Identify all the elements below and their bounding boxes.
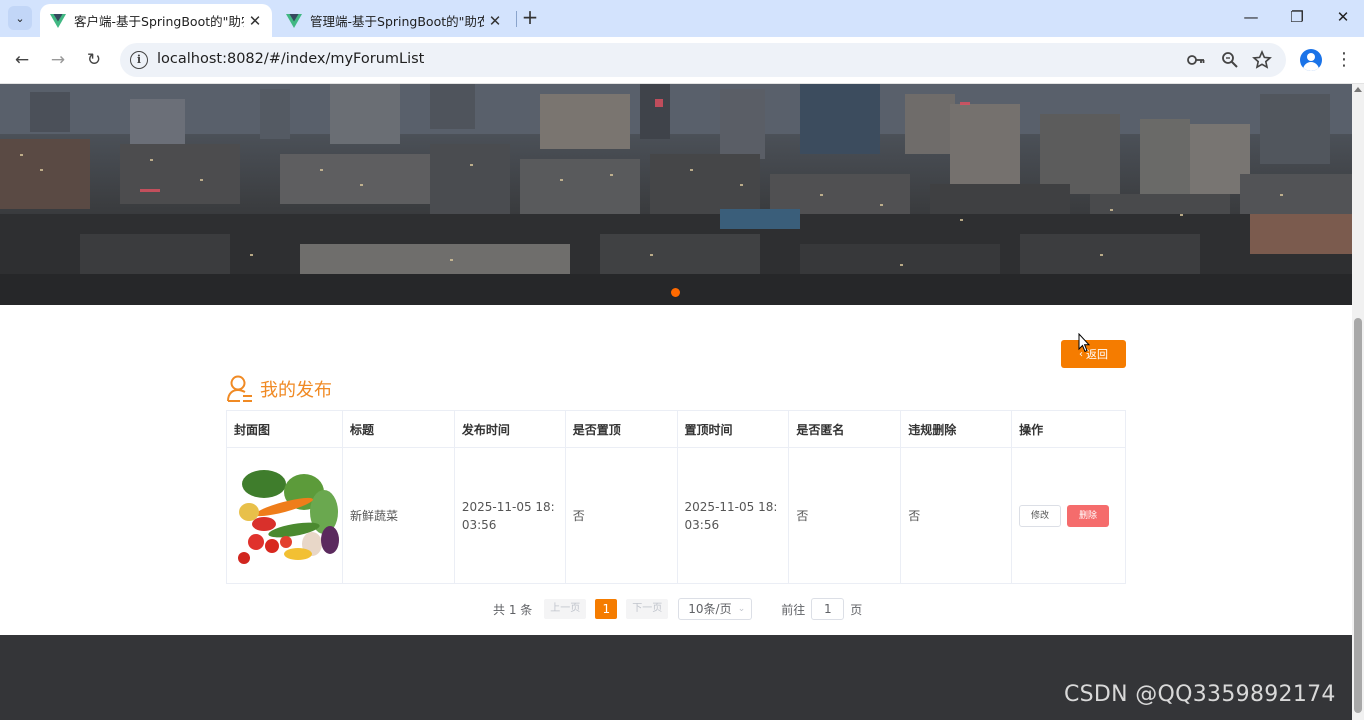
address-bar[interactable]: i localhost:8082/#/index/myForumList: [120, 43, 1286, 77]
minimize-icon[interactable]: —: [1236, 6, 1266, 28]
menu-dots-icon[interactable]: ⋮: [1334, 48, 1354, 72]
column-header-publish-time: 发布时间: [453, 410, 566, 448]
banner-carousel: [0, 84, 1352, 305]
forum-table: 封面图 标题 发布时间 是否置顶 置顶时间 是否匿名 违规删除 操作 新鲜蔬菜 …: [226, 410, 1126, 584]
column-header-top-time: 置顶时间: [676, 410, 790, 448]
column-header-actions: 操作: [1011, 410, 1126, 448]
pagination: 共 1 条 上一页 1 下一页 10条/页 ⌄ 前往 1 页: [493, 598, 863, 620]
cover-cell: [226, 447, 343, 584]
page-footer: [0, 635, 1352, 720]
url-text[interactable]: localhost:8082/#/index/myForumList: [157, 51, 424, 67]
page-size-value: 10条/页: [688, 602, 732, 616]
forward-arrow-icon[interactable]: →: [46, 48, 70, 72]
page-suffix: 页: [850, 602, 863, 617]
tab-title: 客户端-基于SpringBoot的"助农: [74, 14, 244, 29]
back-arrow-icon[interactable]: ←: [10, 48, 34, 72]
page-viewport: ‹ 返回 我的发布 封面图 标题 发布时间 是否置顶 置顶时间 是否匿名 违规删…: [0, 84, 1352, 720]
site-info-icon[interactable]: i: [130, 51, 148, 69]
page-size-select[interactable]: 10条/页 ⌄: [678, 598, 753, 620]
tab-title: 管理端-基于SpringBoot的"助农: [310, 14, 484, 29]
table-row: 新鲜蔬菜 2025-11-05 18:03:56 否 2025-11-05 18…: [226, 447, 1126, 584]
tab-client[interactable]: 客户端-基于SpringBoot的"助农 ✕: [40, 4, 272, 37]
reload-icon[interactable]: ↻: [82, 48, 106, 72]
page-scrollbar[interactable]: [1352, 84, 1364, 720]
is-top-cell: 否: [564, 447, 678, 584]
page-number-current[interactable]: 1: [595, 599, 618, 619]
next-page-button[interactable]: 下一页: [626, 599, 669, 619]
vegetables-image: [234, 461, 342, 570]
top-time-cell: 2025-11-05 18:03:56: [676, 447, 790, 584]
watermark-text: CSDN @QQ3359892174: [1064, 682, 1336, 707]
mouse-cursor-icon: [1078, 333, 1090, 353]
zoom-icon[interactable]: [1220, 50, 1240, 70]
restore-icon[interactable]: ❐: [1282, 6, 1312, 28]
profile-icon[interactable]: [1300, 49, 1322, 71]
window-close-icon[interactable]: ✕: [1328, 6, 1358, 28]
violation-cell: 否: [900, 447, 1013, 584]
pagination-total: 共 1 条: [493, 602, 533, 617]
vue-logo-icon: [50, 13, 66, 28]
tab-search-icon[interactable]: ⌄: [8, 6, 32, 30]
tab-admin[interactable]: 管理端-基于SpringBoot的"助农 ✕: [276, 4, 512, 37]
column-header-title: 标题: [342, 410, 455, 448]
scroll-up-arrow-icon[interactable]: [1354, 87, 1362, 92]
back-button[interactable]: ‹ 返回: [1061, 340, 1126, 368]
edit-button[interactable]: 修改: [1019, 504, 1062, 527]
prev-page-button[interactable]: 上一页: [544, 599, 587, 619]
city-skyline-image: [0, 84, 1352, 305]
column-header-cover: 封面图: [226, 410, 343, 448]
new-tab-icon[interactable]: +: [520, 7, 540, 27]
user-icon: [227, 375, 252, 402]
publish-time-cell: 2025-11-05 18:03:56: [453, 447, 566, 584]
column-header-is-top: 是否置顶: [564, 410, 678, 448]
section-title: 我的发布: [260, 380, 332, 401]
column-header-violation: 违规删除: [900, 410, 1013, 448]
browser-tab-bar: ⌄ 客户端-基于SpringBoot的"助农 ✕ 管理端-基于SpringBoo…: [0, 0, 1364, 37]
anonymous-cell: 否: [788, 447, 902, 584]
close-icon[interactable]: ✕: [244, 12, 266, 30]
section-header: 我的发布: [226, 372, 332, 406]
browser-toolbar: ← → ↻ i localhost:8082/#/index/myForumLi…: [0, 37, 1364, 84]
vue-logo-icon: [286, 13, 302, 28]
bookmark-star-icon[interactable]: [1252, 50, 1272, 70]
close-icon[interactable]: ✕: [484, 12, 506, 30]
carousel-indicator-dot[interactable]: [671, 288, 680, 297]
actions-cell: 修改 删除: [1011, 447, 1126, 584]
chevron-down-icon: ⌄: [737, 604, 746, 614]
goto-page-input[interactable]: 1: [811, 598, 845, 620]
delete-button[interactable]: 删除: [1067, 504, 1110, 527]
tab-separator: [516, 11, 517, 27]
scrollbar-thumb[interactable]: [1354, 318, 1362, 713]
title-cell: 新鲜蔬菜: [342, 447, 455, 584]
column-header-anonymous: 是否匿名: [788, 410, 902, 448]
table-header-row: 封面图 标题 发布时间 是否置顶 置顶时间 是否匿名 违规删除 操作: [226, 410, 1126, 448]
goto-label: 前往: [781, 602, 806, 617]
password-key-icon[interactable]: [1186, 50, 1206, 70]
